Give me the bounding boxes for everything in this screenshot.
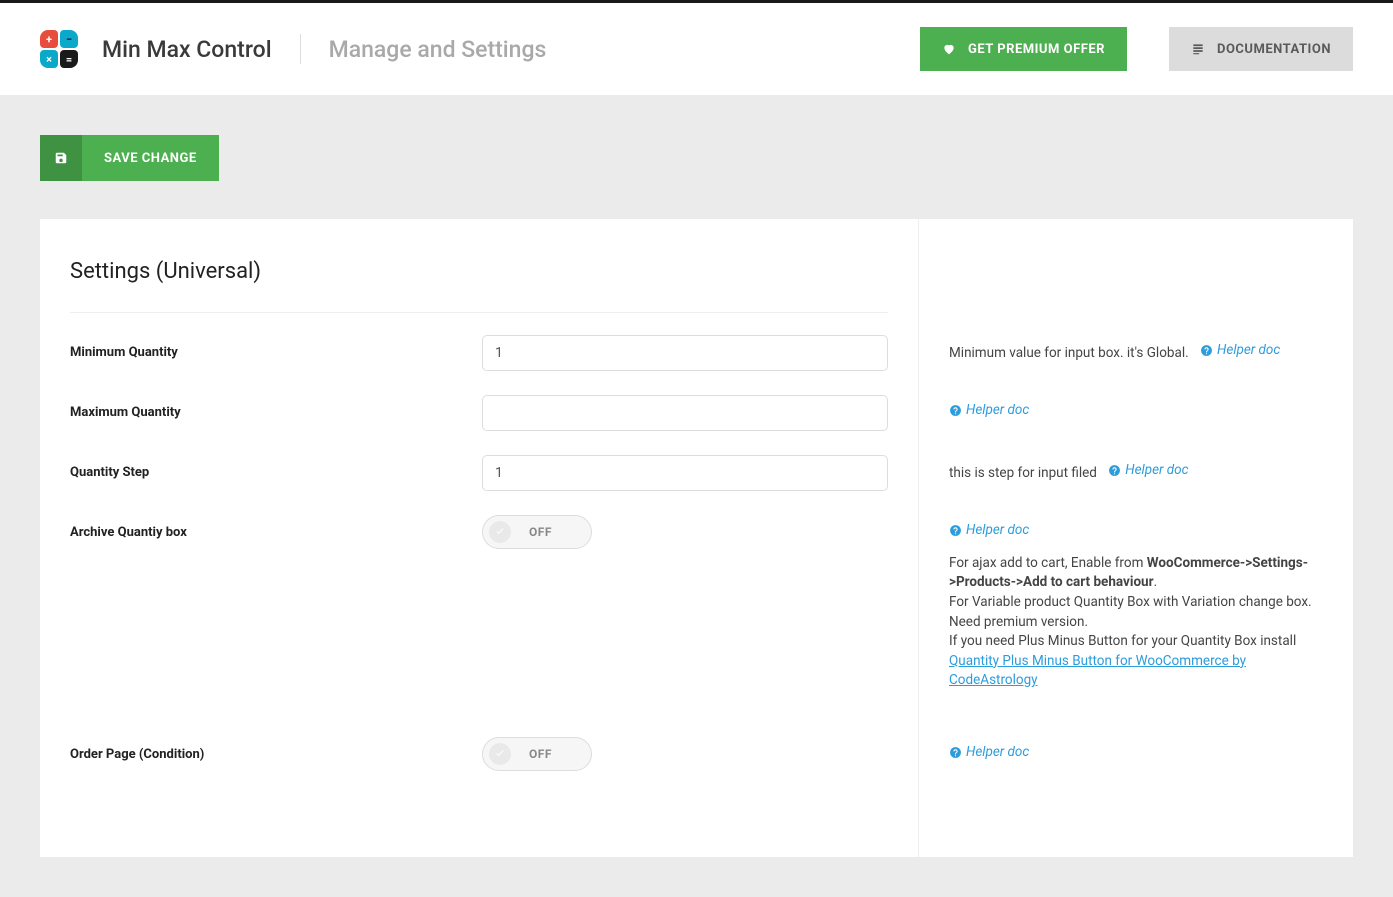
row-order-page: Order Page (Condition) OFF <box>70 737 888 775</box>
max-qty-input[interactable] <box>482 395 888 431</box>
help-archive-box: Helper doc For ajax add to cart, Enable … <box>949 511 1323 711</box>
page-title: Manage and Settings <box>329 36 547 63</box>
save-button[interactable]: SAVE CHANGE <box>40 135 219 181</box>
settings-panel: Settings (Universal) Minimum Quantity Ma… <box>40 219 1353 857</box>
document-icon <box>1191 42 1205 56</box>
row-min-qty: Minimum Quantity <box>70 335 888 373</box>
app-title: Min Max Control <box>102 36 272 63</box>
help-desc: For ajax add to cart, Enable from WooCom… <box>949 554 1323 691</box>
min-qty-label: Minimum Quantity <box>70 335 482 360</box>
qty-step-input[interactable] <box>482 455 888 491</box>
help-icon <box>1108 464 1121 477</box>
helper-doc-link[interactable]: Helper doc <box>1200 341 1280 361</box>
get-premium-button[interactable]: GET PREMIUM OFFER <box>920 27 1127 71</box>
min-qty-input[interactable] <box>482 335 888 371</box>
max-qty-label: Maximum Quantity <box>70 395 482 420</box>
doc-label: DOCUMENTATION <box>1217 42 1331 57</box>
toggle-state: OFF <box>529 525 552 539</box>
row-archive-box: Archive Quantiy box OFF <box>70 515 888 715</box>
help-qty-step: this is step for input filed Helper doc <box>949 451 1323 489</box>
helper-doc-link[interactable]: Helper doc <box>949 401 1029 421</box>
help-min-qty: Minimum value for input box. it's Global… <box>949 331 1323 369</box>
divider <box>70 312 888 313</box>
helper-doc-link[interactable]: Helper doc <box>949 521 1029 541</box>
save-icon <box>40 135 82 181</box>
app-logo: +−×= <box>40 30 78 68</box>
heart-icon <box>942 42 956 56</box>
help-max-qty: Helper doc <box>949 391 1323 429</box>
help-sidebar: Minimum value for input box. it's Global… <box>919 219 1353 857</box>
settings-form: Settings (Universal) Minimum Quantity Ma… <box>40 219 919 857</box>
order-page-toggle[interactable]: OFF <box>482 737 592 771</box>
premium-label: GET PREMIUM OFFER <box>968 42 1105 57</box>
help-icon <box>949 404 962 417</box>
help-order-page: Helper doc <box>949 733 1323 771</box>
top-bar: +−×= Min Max Control Manage and Settings… <box>0 0 1393 95</box>
help-text: this is step for input filed <box>949 465 1097 481</box>
help-icon <box>949 746 962 759</box>
helper-doc-link[interactable]: Helper doc <box>949 743 1029 763</box>
toggle-state: OFF <box>529 747 552 761</box>
row-max-qty: Maximum Quantity <box>70 395 888 433</box>
help-icon <box>949 524 962 537</box>
row-qty-step: Quantity Step <box>70 455 888 493</box>
qty-step-label: Quantity Step <box>70 455 482 480</box>
archive-box-toggle[interactable]: OFF <box>482 515 592 549</box>
section-title: Settings (Universal) <box>70 259 888 284</box>
plus-minus-plugin-link[interactable]: Quantity Plus Minus Button for WooCommer… <box>949 653 1246 689</box>
main-container: SAVE CHANGE Settings (Universal) Minimum… <box>0 95 1393 897</box>
helper-doc-link[interactable]: Helper doc <box>1108 461 1188 481</box>
check-icon <box>489 521 511 543</box>
archive-box-label: Archive Quantiy box <box>70 515 482 540</box>
help-icon <box>1200 344 1213 357</box>
order-page-label: Order Page (Condition) <box>70 737 482 762</box>
help-text: Minimum value for input box. it's Global… <box>949 345 1189 361</box>
divider <box>300 34 301 64</box>
save-label: SAVE CHANGE <box>82 151 219 166</box>
documentation-button[interactable]: DOCUMENTATION <box>1169 27 1353 71</box>
check-icon <box>489 743 511 765</box>
